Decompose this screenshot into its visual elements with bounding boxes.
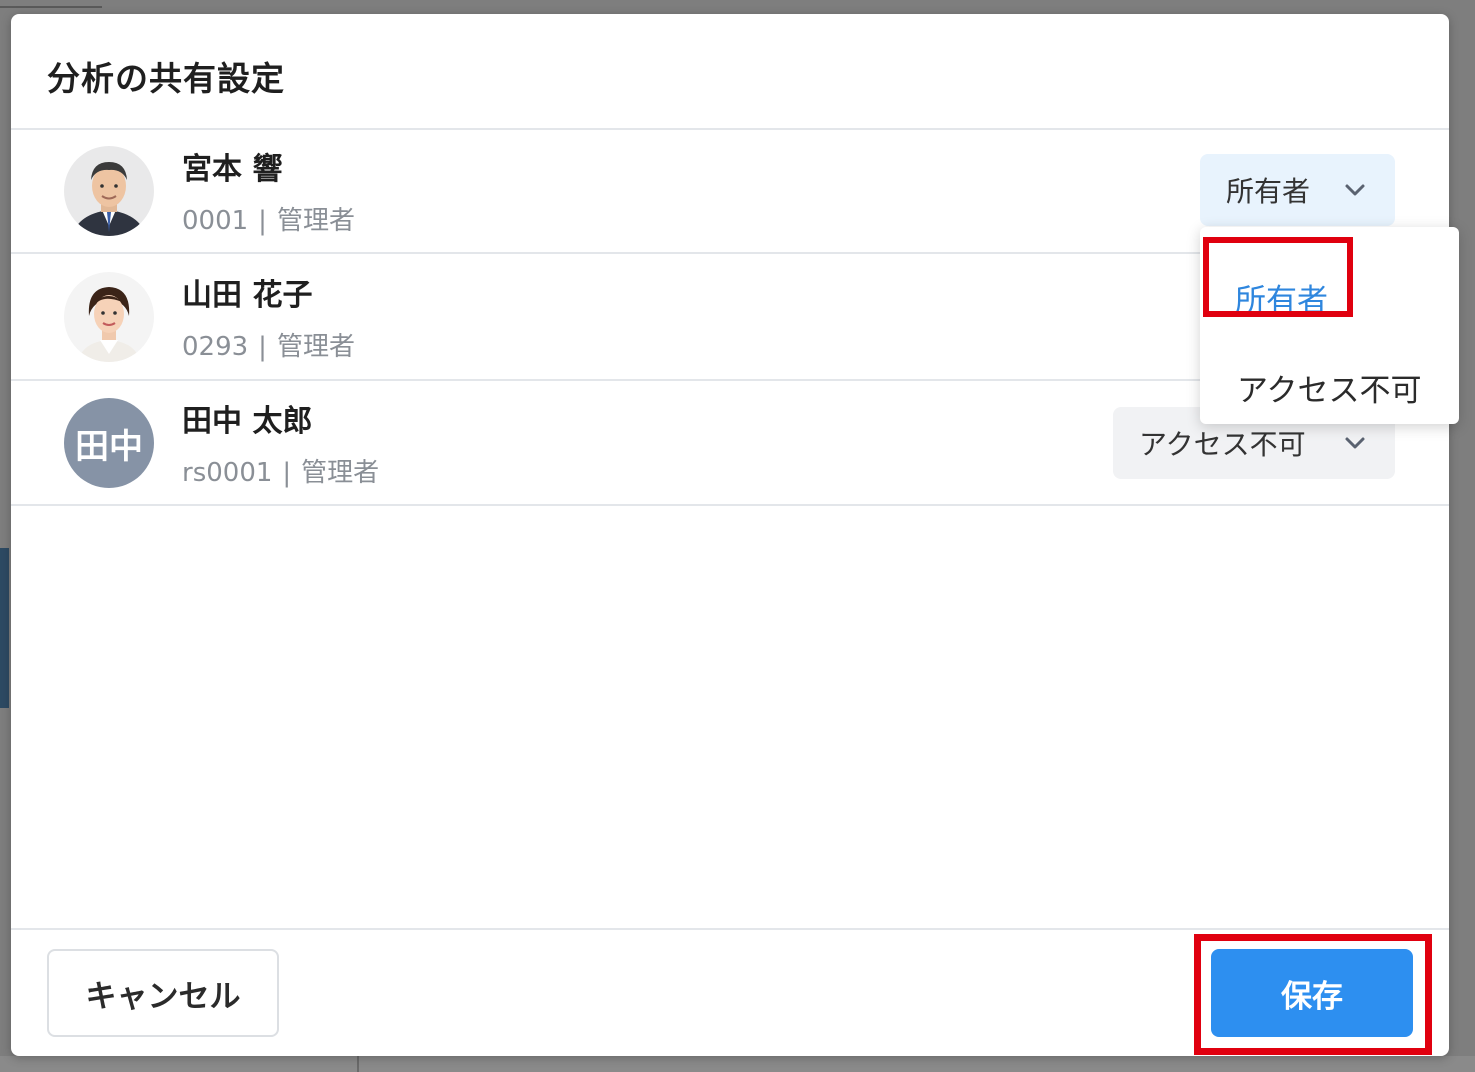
background-divider: [0, 6, 102, 8]
permission-select-value: アクセス不可: [1139, 428, 1306, 461]
user-meta: 0293 | 管理者: [182, 326, 355, 363]
avatar: [64, 272, 154, 362]
user-name: 宮本 響: [182, 152, 283, 187]
background-bottom-divider: [357, 1056, 359, 1072]
highlight-box-save-button: [1194, 934, 1432, 1055]
user-role: 管理者: [276, 206, 355, 236]
user-name: 山田 花子: [182, 278, 313, 313]
background-panel-edge: [0, 548, 9, 708]
user-id: 0293: [182, 332, 249, 362]
permission-select-owner[interactable]: 所有者: [1200, 154, 1395, 226]
user-role: 管理者: [301, 458, 380, 488]
user-role: 管理者: [276, 332, 355, 362]
footer-divider: [11, 928, 1449, 930]
meta-separator: |: [282, 458, 292, 488]
user-photo-icon: [64, 146, 154, 236]
user-meta: rs0001 | 管理者: [182, 452, 379, 489]
chevron-down-icon: [1345, 184, 1365, 196]
user-id: rs0001: [182, 458, 273, 488]
dialog-title: 分析の共有設定: [47, 59, 285, 98]
user-name: 田中 太郎: [182, 404, 313, 439]
highlight-box-owner-option: [1203, 237, 1353, 317]
permission-select-value: 所有者: [1226, 175, 1311, 208]
user-meta: 0001 | 管理者: [182, 200, 355, 237]
cancel-button[interactable]: キャンセル: [47, 949, 279, 1037]
chevron-down-icon: [1345, 437, 1365, 449]
avatar-initials: 田中: [64, 398, 154, 488]
user-photo-icon: [64, 272, 154, 362]
list-bottom-divider: [11, 504, 1449, 506]
avatar: [64, 146, 154, 236]
meta-separator: |: [258, 206, 267, 236]
share-settings-dialog: 分析の共有設定 宮本 響 0001 | 管理者 山田 花子 0293 | 管理者…: [11, 14, 1459, 1056]
background-bottom-strip: [0, 1056, 1475, 1072]
dropdown-option-no-access[interactable]: アクセス不可: [1237, 365, 1421, 410]
meta-separator: |: [258, 332, 267, 362]
user-id: 0001: [182, 206, 249, 236]
